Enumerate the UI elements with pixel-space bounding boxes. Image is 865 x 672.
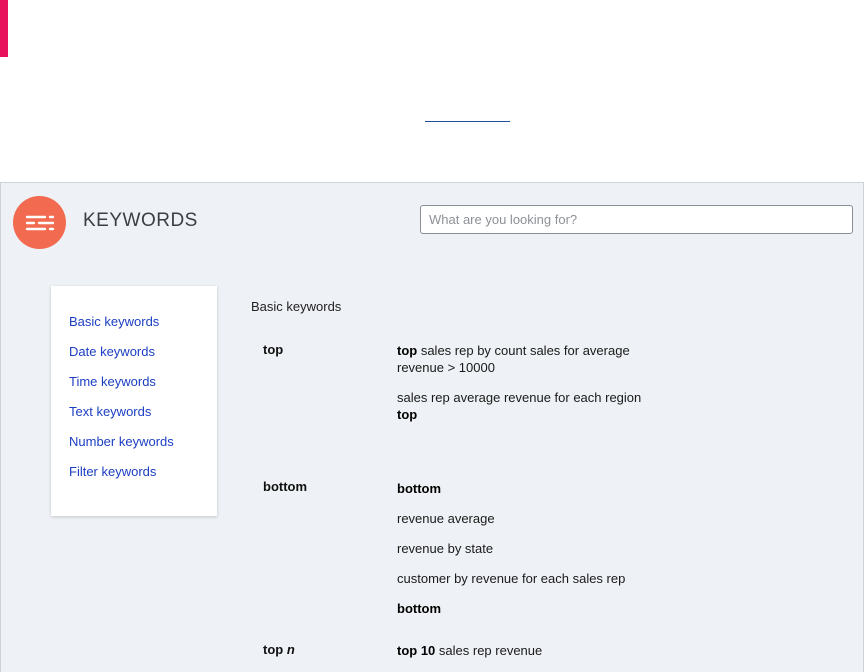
keyword-example: top 10 sales rep revenue <box>397 642 657 659</box>
keyword-name-variable: n <box>286 642 295 657</box>
logo-glyph <box>25 215 54 230</box>
keyword-example: top sales rep by count sales for average… <box>397 342 657 376</box>
example-keyword: top 10 <box>397 643 436 658</box>
keyword-name-base: top <box>263 642 284 657</box>
stacked-bars-logo-icon[interactable] <box>13 196 66 249</box>
keyword-example: sales rep average revenue for each regio… <box>397 389 657 423</box>
keyword-example: revenue average <box>397 511 495 526</box>
keyword-example: bottom <box>397 600 657 617</box>
example-keyword: bottom <box>397 601 442 616</box>
keyword-name: top n <box>263 642 295 657</box>
example-text: sales rep average revenue for each regio… <box>397 390 642 405</box>
sidebar-item-filter-keywords[interactable]: Filter keywords <box>69 464 217 494</box>
sidebar-item-text-keywords[interactable]: Text keywords <box>69 404 217 434</box>
link-underline[interactable] <box>425 121 510 122</box>
keyword-name: bottom <box>263 479 308 494</box>
keyword-name: top <box>263 342 284 357</box>
sidebar: Basic keywords Date keywords Time keywor… <box>51 286 217 516</box>
sidebar-item-time-keywords[interactable]: Time keywords <box>69 374 217 404</box>
sidebar-item-date-keywords[interactable]: Date keywords <box>69 344 217 374</box>
app-title: KEYWORDS <box>83 210 198 231</box>
example-text: sales rep by count sales for average rev… <box>397 343 630 375</box>
accent-bar <box>0 0 8 57</box>
example-keyword: top <box>397 343 418 358</box>
keyword-example: revenue by state <box>397 541 494 556</box>
keyword-example: bottom <box>397 480 657 497</box>
sidebar-item-basic-keywords[interactable]: Basic keywords <box>69 314 217 344</box>
example-keyword: top <box>397 407 418 422</box>
keywords-app: KEYWORDS Basic keywords Date keywords Ti… <box>0 182 864 672</box>
search-input[interactable] <box>420 205 853 234</box>
section-title: Basic keywords <box>251 299 342 314</box>
example-text: sales rep revenue <box>435 643 543 658</box>
sidebar-item-number-keywords[interactable]: Number keywords <box>69 434 217 464</box>
example-keyword: bottom <box>397 481 442 496</box>
keyword-example: customer by revenue for each sales rep <box>397 571 626 586</box>
